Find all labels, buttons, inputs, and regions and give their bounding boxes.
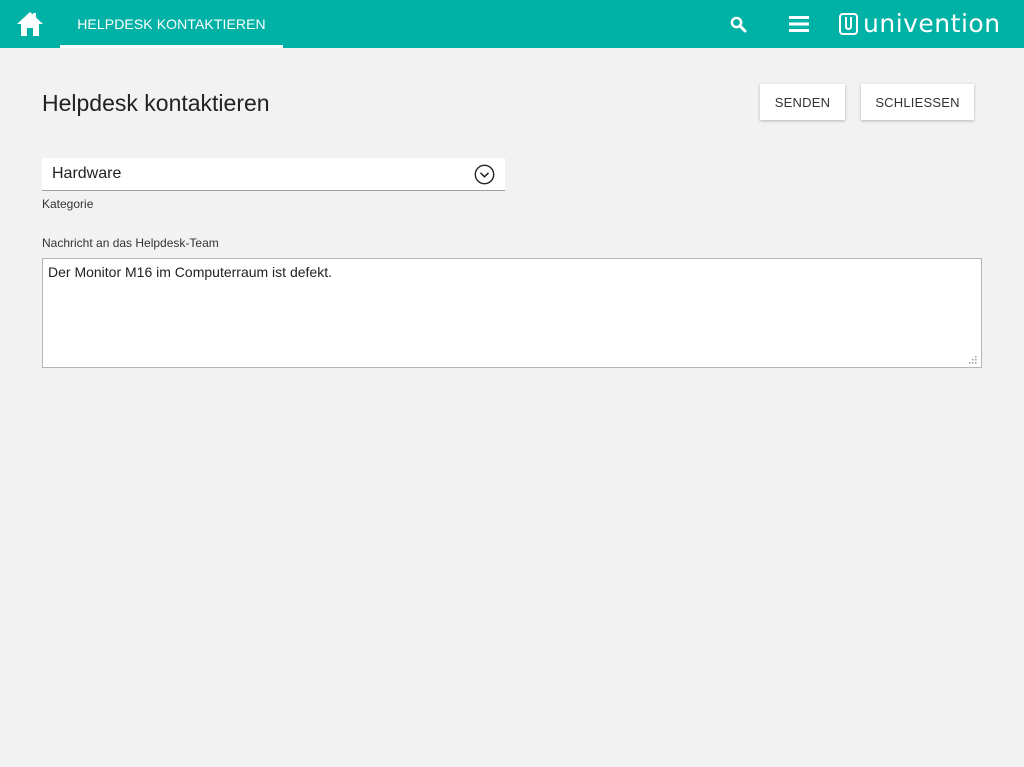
menu-icon — [789, 16, 809, 32]
menu-button[interactable] — [788, 14, 810, 34]
category-select-value: Hardware — [52, 165, 122, 182]
tab-label: HELPDESK KONTAKTIEREN — [77, 16, 266, 32]
message-textarea[interactable]: Der Monitor M16 im Computerraum ist defe… — [42, 258, 982, 368]
home-icon — [17, 12, 43, 36]
resize-handle-icon[interactable] — [968, 355, 978, 365]
send-button[interactable]: SENDEN — [760, 84, 845, 120]
home-button[interactable] — [16, 11, 44, 37]
tab-helpdesk-kontaktieren[interactable]: HELPDESK KONTAKTIEREN — [60, 0, 283, 48]
category-label: Kategorie — [42, 197, 94, 211]
chevron-down-icon — [474, 164, 495, 185]
univention-logo-icon — [839, 13, 858, 35]
brand-name: univention — [863, 9, 1001, 38]
category-select[interactable]: Hardware — [42, 158, 505, 191]
search-icon — [730, 16, 747, 33]
top-bar: HELPDESK KONTAKTIEREN univention — [0, 0, 1024, 48]
page-title: Helpdesk kontaktieren — [42, 90, 270, 116]
close-button[interactable]: SCHLIESSEN — [861, 84, 974, 120]
message-label: Nachricht an das Helpdesk-Team — [42, 236, 219, 250]
univention-logo: univention — [839, 9, 1001, 38]
search-button[interactable] — [729, 15, 749, 35]
active-tab-indicator — [60, 45, 283, 48]
